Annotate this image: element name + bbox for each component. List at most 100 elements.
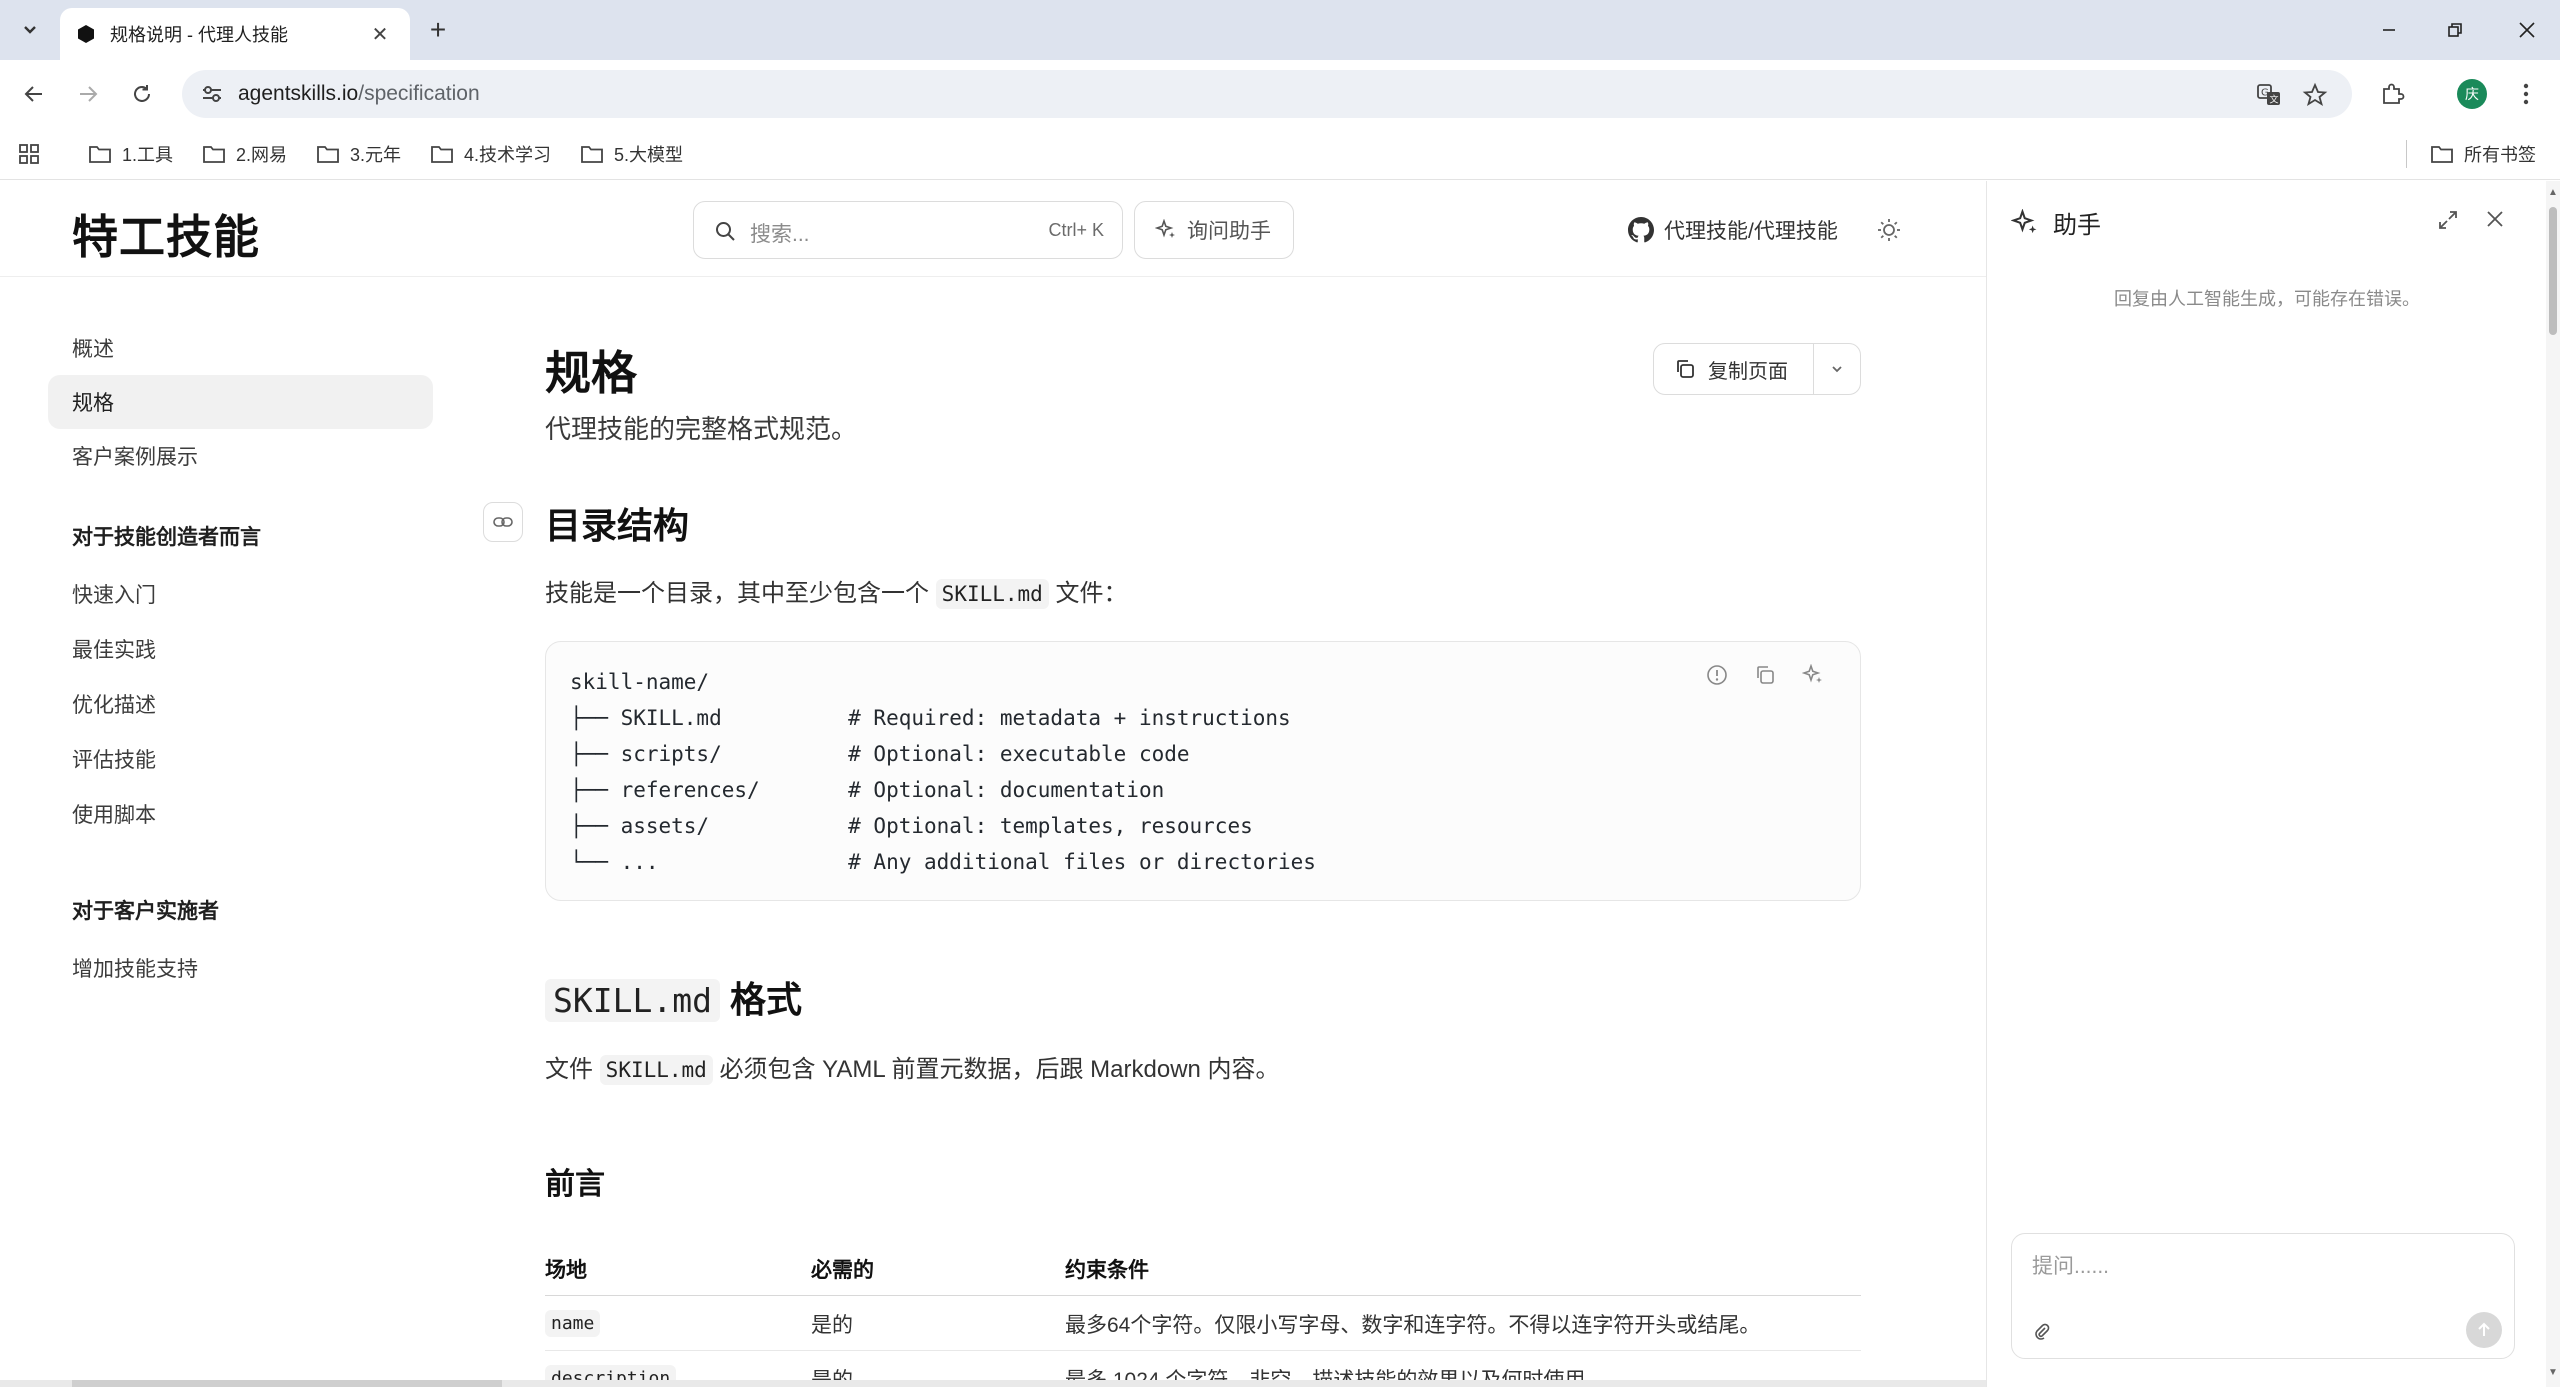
code-line: skill-name/ [570,670,710,694]
sidebar-group-title: 对于技能创造者而言 [72,526,261,549]
table-header-cell: 必需的 [811,1258,874,1282]
translate-icon[interactable]: G文 [2256,82,2282,108]
folder-icon [89,146,111,163]
scroll-down-arrow[interactable]: ▼ [2548,1367,2558,1378]
site-header: 特工技能 搜索... Ctrl+ K 询问助手 代理技能/代理技能 [0,181,1986,277]
inline-code: SKILL.md [599,1055,713,1085]
profile-button[interactable]: 庆 [2452,74,2492,114]
address-bar[interactable]: agentskills.io/specification G文 [182,70,2352,118]
search-input[interactable]: 搜索... Ctrl+ K [693,201,1123,259]
sparkle-icon [2011,208,2037,233]
bookmark-label: 5.大模型 [614,145,684,165]
github-icon [1628,217,1654,243]
bookmark-folder-2[interactable]: 2.网易 [202,138,287,170]
minimize-button[interactable] [2356,0,2422,60]
assistant-header: 助手 [2011,205,2101,240]
arrow-right-icon [80,86,98,102]
horizontal-scrollbar-thumb[interactable] [72,1380,502,1387]
chevron-down-icon [24,26,36,34]
sidebar-item-evaluate-skills[interactable]: 评估技能 [48,732,433,786]
close-assistant-button[interactable] [2483,207,2507,236]
sidebar-item-optimize-description[interactable]: 优化描述 [48,677,433,731]
folder-icon [581,146,603,163]
para-text: 文件 [545,1056,593,1083]
chevron-down-icon [1832,366,1842,373]
info-icon[interactable] [1706,664,1728,686]
tab-title: 规格说明 - 代理人技能 [110,25,288,45]
paperclip-icon[interactable] [2032,1322,2052,1342]
sidebar-item-add-skill-support[interactable]: 增加技能支持 [48,941,433,995]
section-anchor-link[interactable] [483,502,523,542]
all-bookmarks-label: 所有书签 [2464,145,2536,165]
section-heading-directory: 目录结构 [545,505,690,546]
restore-button[interactable] [2422,0,2488,60]
bookmarks-divider [2406,140,2407,168]
github-link[interactable]: 代理技能/代理技能 [1628,215,1838,245]
sidebar-item-showcase[interactable]: 客户案例展示 [48,429,433,483]
web-page: 特工技能 搜索... Ctrl+ K 询问助手 代理技能/代理技能 概述 规格 … [0,181,1986,1387]
theme-toggle-button[interactable] [1876,217,1902,248]
close-icon [2487,211,2503,227]
sidebar-item-using-scripts[interactable]: 使用脚本 [48,787,433,841]
url-host: agentskills.io [238,82,359,105]
sparkle-icon [1155,219,1175,238]
sidebar-item-quickstart[interactable]: 快速入门 [48,567,433,621]
table-header-row: 场地 必需的 约束条件 [545,1241,1861,1296]
back-button[interactable] [14,74,54,114]
scrollbar-thumb[interactable] [2549,207,2557,335]
site-settings-icon[interactable] [200,82,224,106]
browser-toolbar: agentskills.io/specification G文 庆 [0,60,2560,128]
close-window-button[interactable] [2494,0,2560,60]
bookmark-label: 3.元年 [350,145,402,165]
table-cell-field: name [545,1296,601,1351]
assistant-input[interactable]: 提问...... [2011,1233,2515,1359]
arrow-up-icon [2478,1322,2490,1336]
sparkle-icon[interactable] [1802,664,1824,686]
close-tab-icon[interactable]: ✕ [366,22,394,47]
copy-page-control: 复制页面 [1653,343,1861,395]
bookmark-folder-1[interactable]: 1.工具 [88,138,173,170]
copy-page-dropdown[interactable] [1814,361,1860,377]
forward-button[interactable] [68,74,108,114]
browser-tab[interactable]: 规格说明 - 代理人技能 ✕ [60,8,410,60]
page-scrollbar[interactable]: ▲ ▼ [2546,181,2560,1387]
bookmark-folder-5[interactable]: 5.大模型 [580,138,683,170]
search-shortcut: Ctrl+ K [1048,220,1104,240]
table-row: name 是的 最多64个字符。仅限小写字母、数字和连字符。不得以连字符开头或结… [545,1296,1861,1351]
browser-menu-button[interactable] [2506,74,2546,114]
copy-page-button[interactable]: 复制页面 [1654,344,1814,394]
code-block-tools [1706,664,1824,686]
sidebar-item-specification[interactable]: 规格 [48,375,433,429]
field-code: name [545,1310,601,1337]
bookmark-star-icon[interactable] [2302,82,2328,108]
sidebar-item-overview[interactable]: 概述 [48,321,433,375]
all-bookmarks-button[interactable]: 所有书签 [2430,138,2536,170]
sun-icon [1878,219,1900,241]
bookmark-folder-4[interactable]: 4.技术学习 [430,138,551,170]
scroll-up-arrow[interactable]: ▲ [2548,187,2558,198]
code-line: ├── SKILL.md # Required: metadata + inst… [570,706,1291,730]
table-header-cell: 场地 [545,1258,587,1282]
sidebar-item-best-practices[interactable]: 最佳实践 [48,622,433,676]
copy-icon[interactable] [1754,664,1776,686]
ask-assistant-button[interactable]: 询问助手 [1134,201,1294,259]
folder-icon [2431,146,2453,163]
extensions-button[interactable] [2372,74,2412,114]
arrow-left-icon [24,86,42,102]
reload-button[interactable] [122,74,162,114]
send-button[interactable] [2466,1312,2502,1348]
apps-button[interactable] [18,138,50,170]
expand-assistant-button[interactable] [2437,209,2459,236]
site-logo[interactable]: 特工技能 [72,201,260,267]
section-paragraph: 技能是一个目录，其中至少包含一个 SKILL.md 文件： [545,573,1128,609]
horizontal-scrollbar[interactable] [0,1380,1986,1387]
page-title: 规格 [545,347,637,399]
bookmark-folder-3[interactable]: 3.元年 [316,138,401,170]
code-line: ├── assets/ # Optional: templates, resou… [570,814,1253,838]
link-icon [493,517,513,527]
more-vertical-icon [2523,83,2529,105]
puzzle-icon [2383,83,2405,104]
new-tab-button[interactable]: + [420,12,456,48]
tab-search-button[interactable] [12,12,48,48]
bookmark-label: 1.工具 [122,145,174,165]
